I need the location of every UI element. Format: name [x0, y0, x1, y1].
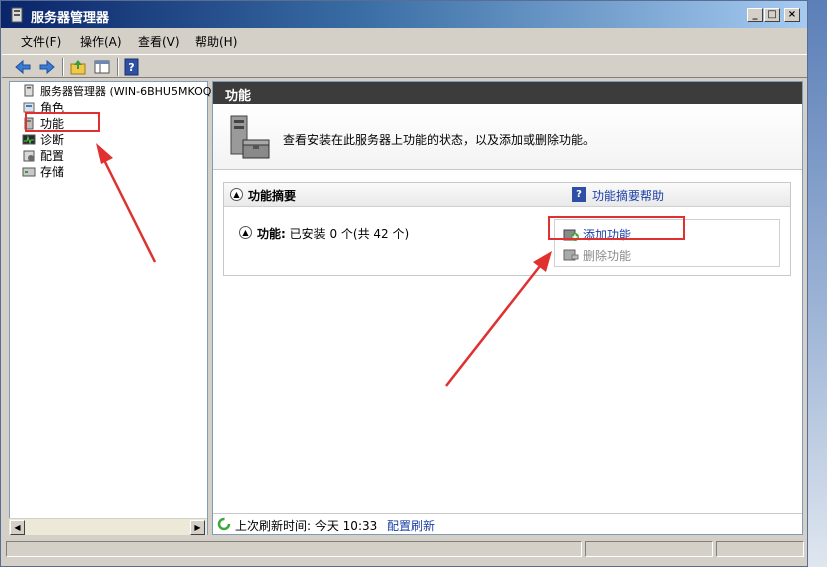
features-summary-section: ▲ 功能摘要 ? 功能摘要帮助 ▲ 功能: 已安装 0 个(共 42 个) 添加… — [223, 182, 791, 276]
window-title: 服务器管理器 — [31, 11, 110, 26]
status-panel-main — [6, 541, 582, 557]
tree-item-configuration[interactable]: 配置 — [22, 148, 64, 164]
content-pane: 功能 查看安装在此服务器上功能的状态，以及添加或删除功能。 ▲ 功能摘要 ? 功… — [212, 81, 803, 535]
features-count: 已安装 0 个(共 42 个) — [289, 227, 410, 241]
tree-item-label: 诊断 — [40, 133, 65, 147]
show-hide-tree-icon[interactable] — [93, 58, 111, 76]
refresh-icon — [217, 517, 231, 531]
minimize-button[interactable]: _ — [747, 8, 763, 22]
status-bar — [2, 539, 807, 559]
content-title: 功能 — [225, 89, 252, 104]
tree-root-server-manager[interactable]: 服务器管理器 (WIN-6BHU5MKOQM3) — [22, 84, 232, 100]
tree-item-storage[interactable]: 存储 — [22, 164, 64, 180]
configure-refresh-link[interactable]: 配置刷新 — [387, 517, 435, 534]
menu-help[interactable]: 帮助(H) — [195, 33, 237, 50]
features-label: 功能: — [257, 227, 286, 241]
tree-item-label: 存储 — [40, 165, 65, 179]
status-panel-tertiary — [716, 541, 804, 557]
menu-bar: 文件(F) 操作(A) 查看(V) 帮助(H) — [2, 30, 807, 52]
toolbar: ? — [2, 54, 807, 78]
summary-help-link[interactable]: 功能摘要帮助 — [592, 187, 664, 204]
collapse-up-icon[interactable]: ▲ — [239, 226, 252, 239]
description-text: 查看安装在此服务器上功能的状态，以及添加或删除功能。 — [283, 133, 596, 147]
remove-features-link[interactable]: 删除功能 — [583, 247, 631, 264]
up-folder-icon[interactable] — [69, 58, 87, 76]
menu-file[interactable]: 文件(F) — [21, 33, 61, 50]
summary-title: 功能摘要 — [248, 189, 297, 203]
tree-item-diagnostics[interactable]: 诊断 — [22, 132, 64, 148]
menu-view[interactable]: 查看(V) — [138, 33, 180, 50]
description-area: 查看安装在此服务器上功能的状态，以及添加或删除功能。 — [213, 104, 802, 170]
tree-horizontal-scrollbar[interactable]: ◀ ▶ — [9, 518, 207, 535]
status-panel-secondary — [585, 541, 713, 557]
server-manager-window: 服务器管理器 _ □ × 文件(F) 操作(A) 查看(V) 帮助(H) ? 服… — [0, 0, 808, 567]
collapse-up-icon[interactable]: ▲ — [230, 188, 243, 201]
desktop-background — [808, 0, 827, 567]
help-icon[interactable]: ? — [123, 58, 141, 76]
close-button[interactable]: × — [784, 8, 800, 22]
scroll-right-icon[interactable]: ▶ — [190, 520, 205, 535]
server-manager-icon — [11, 7, 23, 23]
forward-arrow-icon[interactable] — [38, 58, 56, 76]
tree-root-label: 服务器管理器 (WIN-6BHU5MKOQM3) — [40, 85, 233, 98]
storage-icon — [22, 167, 36, 177]
title-bar[interactable]: 服务器管理器 _ □ × — [1, 1, 807, 28]
toolbar-separator — [62, 58, 64, 76]
remove-feature-icon — [563, 249, 579, 261]
last-refresh-text: 上次刷新时间: 今天 10:33 — [235, 519, 378, 533]
navigation-tree: 服务器管理器 (WIN-6BHU5MKOQM3) 角色 功能 诊断 配置 存储 — [9, 81, 232, 535]
help-icon: ? — [572, 187, 586, 202]
features-status: 功能: 已安装 0 个(共 42 个) — [257, 225, 409, 242]
scroll-left-icon[interactable]: ◀ — [10, 520, 25, 535]
tree-item-label: 配置 — [40, 149, 65, 163]
annotation-box-features-tree — [25, 112, 100, 132]
refresh-bar: 上次刷新时间: 今天 10:33 配置刷新 — [213, 513, 802, 534]
server-features-icon — [230, 115, 270, 159]
server-manager-icon — [24, 84, 34, 97]
svg-text:?: ? — [128, 61, 134, 74]
content-header: 功能 — [213, 82, 802, 104]
toolbar-separator — [117, 58, 119, 76]
configuration-icon — [23, 150, 35, 162]
summary-header: ▲ 功能摘要 ? 功能摘要帮助 — [224, 183, 790, 207]
annotation-box-add-features — [548, 216, 685, 240]
maximize-button[interactable]: □ — [764, 8, 780, 22]
back-arrow-icon[interactable] — [14, 58, 32, 76]
diagnostics-icon — [22, 134, 36, 145]
menu-action[interactable]: 操作(A) — [80, 33, 122, 50]
